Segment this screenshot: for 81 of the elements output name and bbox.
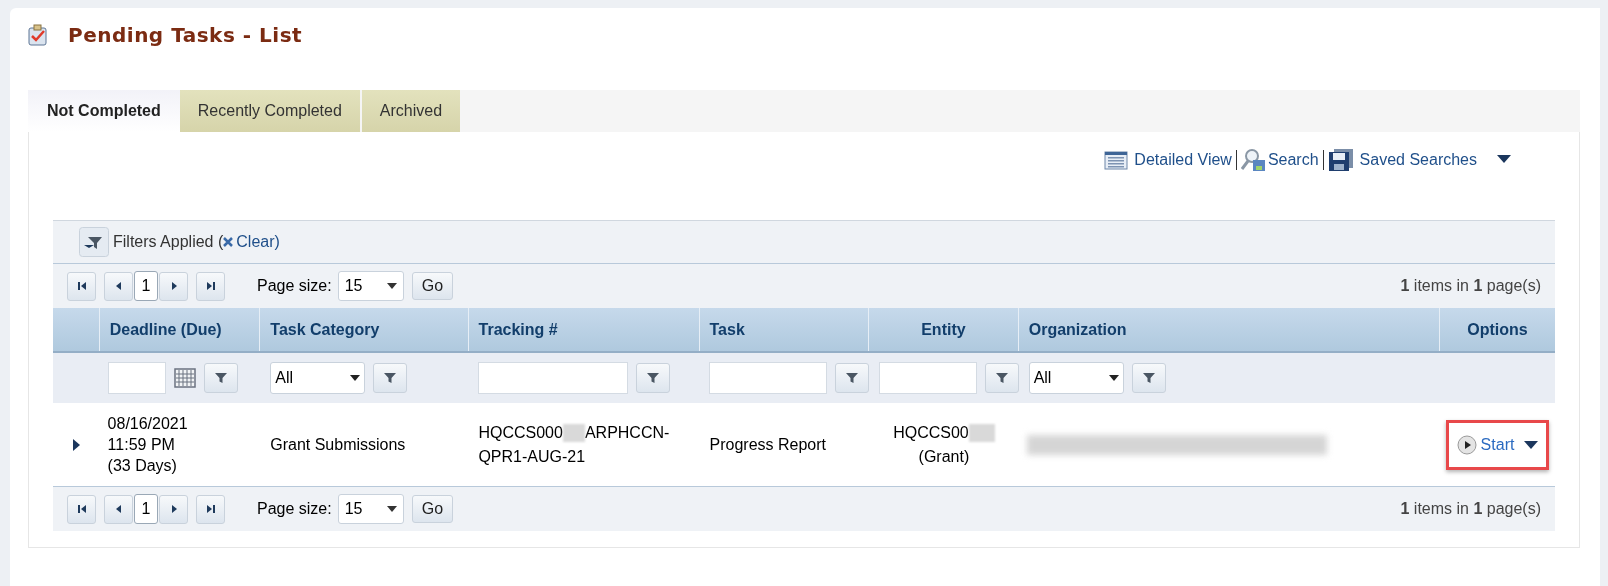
tracking-number-text: QPR1-AUG-21 (478, 446, 587, 467)
filter-icon (383, 371, 398, 385)
table-cell: Grant Submissions (270, 435, 406, 453)
filter-select[interactable]: All (1028, 362, 1124, 394)
redacted-block (562, 423, 585, 442)
dropdown-caret-icon (1108, 375, 1119, 381)
last-page-button[interactable] (196, 494, 225, 524)
filter-button[interactable] (834, 363, 869, 393)
entity-text: HQCCS00 (893, 422, 969, 443)
expand-arrow-icon[interactable] (71, 438, 82, 451)
filter-icon (1141, 371, 1156, 385)
close-icon (223, 237, 234, 247)
calendar-icon[interactable] (173, 368, 196, 388)
deadline-text: 08/16/2021 (107, 414, 189, 434)
filter-select[interactable]: All (270, 362, 366, 394)
filters-applied-label: Filters Applied ( (113, 232, 224, 252)
dropdown-caret-icon[interactable] (1524, 440, 1539, 449)
go-button[interactable]: Go (411, 272, 454, 300)
filter-input-field[interactable] (878, 362, 977, 394)
filter-button[interactable] (373, 363, 408, 393)
dropdown-caret-icon (386, 506, 397, 512)
last-page-button[interactable] (196, 271, 225, 301)
column-header[interactable]: Deadline (Due) (109, 317, 222, 342)
page-number-field[interactable]: 1 (134, 271, 158, 301)
date-input-field[interactable] (107, 362, 166, 394)
list-view-icon (1104, 150, 1129, 170)
toolbar-link[interactable]: Search (1267, 148, 1319, 172)
tracking-number-text: HQCCS000 (478, 422, 563, 443)
next-page-button[interactable] (159, 271, 188, 301)
filter-button[interactable] (984, 363, 1019, 393)
deadline-text: 11:59 PM (107, 435, 176, 455)
column-header[interactable]: Options (1467, 317, 1528, 342)
page-size-select[interactable]: 15 (337, 494, 404, 524)
filter-icon (844, 371, 859, 385)
tab[interactable]: Archived (361, 90, 461, 132)
column-header[interactable]: Entity (921, 317, 966, 342)
dropdown-caret-icon (386, 283, 397, 289)
page-size-label: Page size: (257, 276, 332, 296)
column-header[interactable]: Task Category (270, 317, 380, 342)
filter-icon (994, 371, 1009, 385)
filter-input-field[interactable] (709, 362, 827, 394)
filter-button[interactable] (1131, 363, 1166, 393)
go-button[interactable]: Go (411, 495, 454, 523)
first-page-button[interactable] (67, 271, 96, 301)
page-number-field[interactable]: 1 (134, 494, 158, 524)
table-cell: Progress Report (709, 435, 827, 453)
page-title: Pending Tasks - List (68, 22, 303, 49)
filter-button[interactable] (636, 363, 671, 393)
toolbar-link[interactable]: Saved Searches (1359, 148, 1477, 172)
play-icon (1456, 434, 1477, 455)
tab[interactable]: Not Completed (28, 90, 180, 132)
next-page-button[interactable] (159, 494, 188, 524)
entity-type-text: (Grant) (918, 446, 970, 467)
page-size-select[interactable]: 15 (337, 271, 404, 301)
toolbar-link[interactable]: Detailed View (1134, 148, 1232, 172)
dropdown-caret-icon (350, 375, 361, 381)
column-header[interactable]: Tracking # (478, 317, 558, 342)
previous-page-button[interactable] (104, 494, 133, 524)
filter-input-field[interactable] (478, 362, 629, 394)
dropdown-caret-icon[interactable] (1497, 155, 1511, 163)
first-page-button[interactable] (67, 494, 96, 524)
filter-icon (213, 371, 228, 385)
previous-page-button[interactable] (104, 271, 133, 301)
filter-button[interactable] (203, 363, 238, 393)
redacted-block (968, 423, 995, 442)
column-header[interactable]: Organization (1028, 317, 1127, 342)
deadline-text: (33 Days) (107, 456, 178, 476)
pagination-summary: 1 items in 1 page(s) (1400, 499, 1541, 519)
start-link[interactable]: Start (1456, 432, 1515, 457)
floppy-disk-icon (1327, 148, 1354, 172)
page-size-label: Page size: (257, 499, 332, 519)
clipboard-checkmark-icon (28, 24, 48, 46)
search-icon (1240, 148, 1267, 172)
pagination-summary: 1 items in 1 page(s) (1400, 276, 1541, 296)
column-header[interactable]: Task (709, 317, 745, 342)
filters-closing-paren: ) (274, 232, 280, 252)
clear-filters-link[interactable]: Clear (223, 230, 275, 254)
filter-clear-icon[interactable] (79, 227, 109, 257)
filter-icon (646, 371, 661, 385)
tab[interactable]: Recently Completed (179, 90, 360, 132)
tracking-number-text: ARPHCCN- (584, 422, 670, 443)
